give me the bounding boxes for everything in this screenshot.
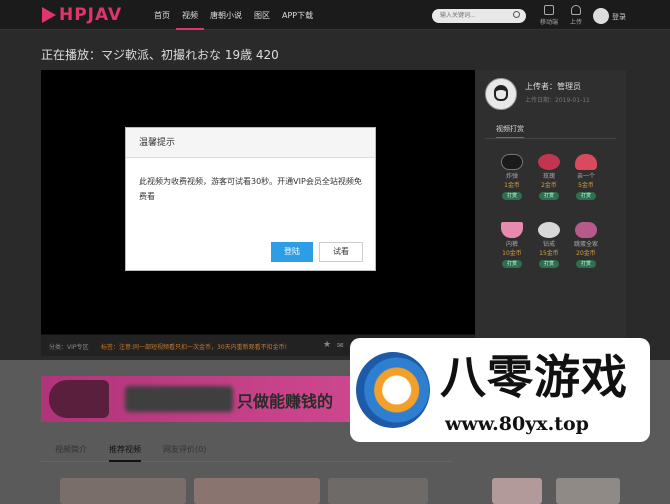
gift-price: 15金币	[539, 250, 559, 257]
kiss-icon	[575, 154, 597, 170]
tip-button[interactable]: 打赏	[538, 192, 559, 200]
video-thumbnail[interactable]	[60, 478, 186, 504]
blurred-region	[125, 386, 233, 412]
fist-image	[49, 380, 109, 418]
nav-gallery[interactable]: 图区	[248, 0, 276, 30]
video-category[interactable]: 分类：VIP专区	[49, 342, 89, 351]
tab-reviews[interactable]: 网友评价(0)	[163, 444, 206, 455]
search-input[interactable]	[432, 9, 526, 23]
nav-video[interactable]: 视频	[176, 0, 204, 30]
star-icon[interactable]: ★	[323, 340, 331, 350]
gift-name: 跳蛋全家	[573, 241, 598, 248]
play-logo-icon	[42, 7, 56, 23]
nav-novel[interactable]: 唐朝小说	[204, 0, 248, 30]
gift-item: 内裤 10金币 打赏	[494, 222, 530, 268]
gift-item: 玫瑰 2金币 打赏	[531, 154, 567, 200]
login-button[interactable]: 登陆	[271, 242, 313, 262]
gift-price: 10金币	[502, 250, 522, 257]
face-icon	[494, 85, 508, 101]
gift-name: 亲一个	[576, 173, 595, 180]
site-logo[interactable]: HPJAV	[42, 5, 122, 25]
dialog-message: 此视频为收费视频，游客可试看30秒。开通VIP会员全站视频免费看	[139, 177, 362, 201]
video-notice: 标签：注意:同一部短视频看只扣一次金币，30天内重新观看不扣金币!	[101, 344, 288, 351]
tip-button[interactable]: 打赏	[575, 192, 596, 200]
ring-icon	[538, 222, 560, 238]
watermark-logo: 八零游戏 www.80yx.top	[350, 338, 650, 442]
gift-price: 5金币	[578, 182, 594, 189]
logo-text: HPJAV	[59, 5, 123, 25]
upload-date: 上传日期：2019-01-11	[525, 97, 590, 104]
gift-name: 钻戒	[542, 241, 555, 248]
banner-text: 只做能赚钱的	[237, 392, 334, 411]
nav-app-download[interactable]: APP下载	[276, 0, 319, 30]
page-title: 正在播放：マジ軟派、初撮れおな 19歳 420	[41, 48, 279, 62]
login-link[interactable]: 登录	[612, 12, 626, 22]
cloud-upload-icon	[571, 5, 581, 15]
tab-intro[interactable]: 视频简介	[55, 444, 87, 455]
notice-dialog: 温馨提示 此视频为收费视频，游客可试看30秒。开通VIP会员全站视频免费看 登陆…	[125, 127, 376, 271]
tip-button[interactable]: 打赏	[575, 260, 596, 268]
gift-name: 玫瑰	[542, 173, 555, 180]
mobile-button[interactable]: 移动端	[536, 5, 562, 26]
tip-button[interactable]: 打赏	[501, 260, 522, 268]
upload-button[interactable]: 上传	[563, 5, 589, 26]
watermark-url: www.80yx.top	[445, 413, 589, 435]
upload-label: 上传	[569, 19, 582, 26]
gift-name: 炸弹	[505, 173, 518, 180]
video-thumbnail[interactable]	[556, 478, 620, 504]
gift-price: 20金币	[576, 250, 596, 257]
gift-name: 内裤	[505, 241, 518, 248]
underwear-icon	[501, 222, 523, 238]
gift-item: 炸弹 1金币 打赏	[494, 154, 530, 200]
user-avatar[interactable]	[593, 8, 609, 24]
tips-header: 视频打赏	[496, 124, 524, 139]
share-icon[interactable]: ✉	[337, 341, 344, 350]
toy-icon	[575, 222, 597, 238]
bomb-icon	[501, 154, 523, 170]
video-thumbnail[interactable]	[194, 478, 320, 504]
gift-price: 2金币	[541, 182, 557, 189]
tip-button[interactable]: 打赏	[538, 260, 559, 268]
search-icon[interactable]	[513, 11, 520, 18]
nav-home[interactable]: 首页	[148, 0, 176, 30]
gift-item: 亲一个 5金币 打赏	[568, 154, 604, 200]
watermark-name: 八零游戏	[440, 350, 628, 404]
gift-item: 钻戒 15金币 打赏	[531, 222, 567, 268]
divider	[485, 138, 616, 139]
top-header: HPJAV 首页 视频 唐朝小说 图区 APP下载 移动端 上传 登录	[0, 0, 670, 30]
side-panel: 上传者：管理员 上传日期：2019-01-11 视频打赏 炸弹 1金币 打赏 玫…	[475, 70, 626, 356]
dialog-title: 温馨提示	[126, 128, 375, 158]
gift-price: 1金币	[504, 182, 520, 189]
uploader-name: 上传者：管理员	[525, 82, 581, 91]
video-thumbnail[interactable]	[492, 478, 542, 504]
mobile-label: 移动端	[539, 19, 558, 26]
trial-button[interactable]: 试看	[319, 242, 363, 262]
uploader-avatar	[485, 78, 517, 110]
rose-icon	[538, 154, 560, 170]
tip-button[interactable]: 打赏	[501, 192, 522, 200]
main-nav: 首页 视频 唐朝小说 图区 APP下载	[148, 0, 319, 30]
mobile-icon	[544, 5, 554, 15]
tab-recommended[interactable]: 推荐视频	[109, 444, 141, 462]
swirl-logo-icon	[356, 352, 430, 428]
gift-item: 跳蛋全家 20金币 打赏	[568, 222, 604, 268]
video-thumbnail[interactable]	[328, 478, 428, 504]
